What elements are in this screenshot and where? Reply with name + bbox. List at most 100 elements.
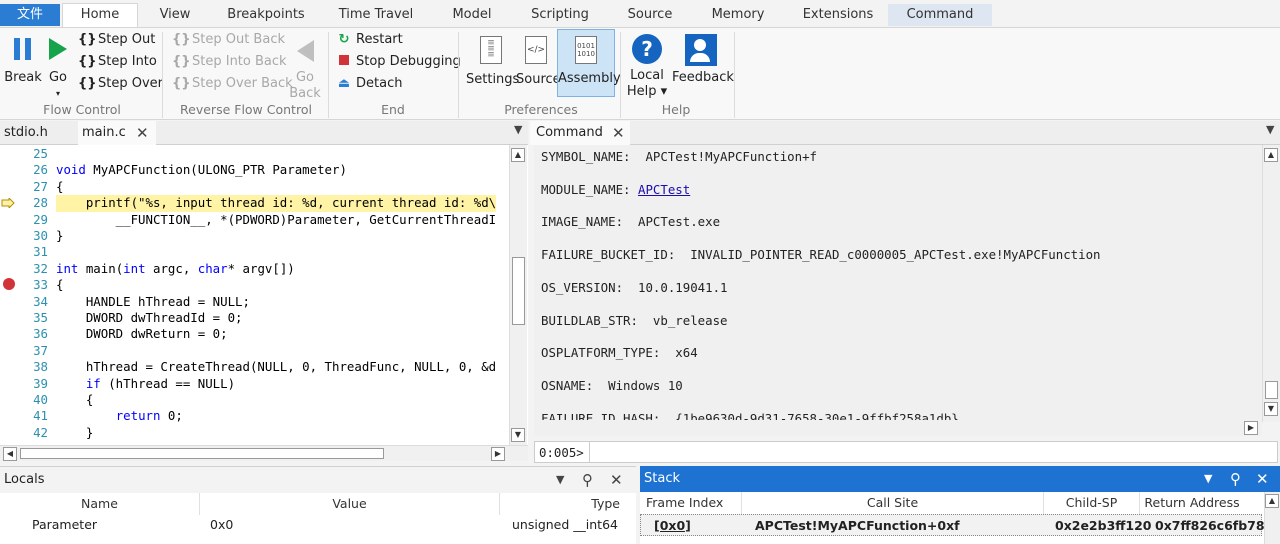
table-row[interactable]: [0x0] APCTest!MyAPCFunction+0xf 0x2e2b3f… bbox=[640, 514, 1265, 536]
code-line[interactable]: 26 void MyAPCFunction(ULONG_PTR Parameter… bbox=[0, 162, 510, 178]
code-line[interactable]: 38 hThread = CreateThread(NULL, 0, Threa… bbox=[0, 359, 510, 375]
frame-index-link[interactable]: [0x0] bbox=[654, 518, 691, 533]
stack-vertical-scrollbar[interactable]: ▲ bbox=[1264, 492, 1280, 544]
pane-menu-icon[interactable]: ▼ bbox=[1266, 123, 1274, 136]
close-icon[interactable]: ✕ bbox=[136, 121, 149, 145]
pane-menu-icon[interactable]: ▼ bbox=[556, 467, 564, 493]
source-horizontal-scrollbar[interactable]: ◀ ▶ bbox=[0, 445, 528, 461]
detach-label: Detach bbox=[356, 76, 403, 91]
step-into-button[interactable]: {}Step Into bbox=[78, 52, 157, 72]
scroll-down-icon[interactable]: ▼ bbox=[511, 428, 525, 442]
command-horizontal-scrollbar[interactable]: ▶ bbox=[534, 420, 1262, 436]
restart-button[interactable]: ↻ Restart bbox=[336, 30, 403, 50]
code-line[interactable]: 34 HANDLE hThread = NULL; bbox=[0, 294, 510, 310]
line-number: 39 bbox=[33, 375, 48, 391]
stack-col-return-address[interactable]: Return Address bbox=[1140, 492, 1244, 514]
step-over-button[interactable]: {}Step Over bbox=[78, 74, 163, 94]
step-out-back-button[interactable]: {}Step Out Back bbox=[172, 30, 285, 50]
code-text: void MyAPCFunction(ULONG_PTR Parameter) bbox=[56, 162, 347, 178]
tab-view[interactable]: View bbox=[140, 4, 210, 26]
scroll-down-icon[interactable]: ▼ bbox=[1264, 402, 1278, 416]
feedback-button[interactable]: Feedback bbox=[672, 32, 734, 86]
scroll-thumb[interactable] bbox=[1265, 381, 1278, 399]
stack-col-call-site[interactable]: Call Site bbox=[742, 492, 1044, 514]
source-editor[interactable]: 25 26 void MyAPCFunction(ULONG_PTR Paramet… bbox=[0, 145, 528, 445]
command-input-row[interactable]: 0:005> bbox=[534, 441, 1278, 463]
hscroll-thumb[interactable] bbox=[20, 448, 384, 459]
scroll-up-icon[interactable]: ▲ bbox=[511, 148, 525, 162]
source-label: Source bbox=[516, 72, 561, 87]
tab-home[interactable]: Home bbox=[62, 3, 138, 28]
source-vertical-scrollbar[interactable]: ▲ ▼ bbox=[509, 145, 527, 445]
pin-icon[interactable]: ⚲ bbox=[582, 467, 593, 493]
code-line[interactable]: 27 { bbox=[0, 179, 510, 195]
command-tab-bar: Command ✕ ▼ bbox=[530, 121, 1280, 145]
break-button[interactable]: Break bbox=[4, 32, 42, 86]
scroll-up-icon[interactable]: ▲ bbox=[1265, 494, 1279, 508]
go-back-button[interactable]: Go Back bbox=[288, 32, 322, 102]
table-row[interactable]: Parameter 0x0 unsigned __int64 bbox=[0, 515, 636, 535]
code-line[interactable]: 35 DWORD dwThreadId = 0; bbox=[0, 310, 510, 326]
pane-menu-icon[interactable]: ▼ bbox=[1204, 466, 1212, 492]
code-line[interactable]: 32 int main(int argc, char* argv[]) bbox=[0, 261, 510, 277]
pane-menu-icon[interactable]: ▼ bbox=[514, 123, 522, 136]
tab-time-travel[interactable]: Time Travel bbox=[330, 4, 422, 26]
code-line[interactable]: 37 bbox=[0, 343, 510, 359]
scroll-right-icon[interactable]: ▶ bbox=[1244, 421, 1258, 435]
settings-button[interactable]: ≡ ≡ ≡ Settings bbox=[466, 32, 519, 88]
close-icon[interactable]: ✕ bbox=[1256, 466, 1269, 492]
tab-breakpoints[interactable]: Breakpoints bbox=[220, 4, 312, 26]
tab-scripting[interactable]: Scripting bbox=[522, 4, 598, 26]
code-line[interactable]: 25 bbox=[0, 146, 510, 162]
source-button[interactable]: </> Source bbox=[516, 32, 561, 88]
step-over-back-button[interactable]: {}Step Over Back bbox=[172, 74, 293, 94]
code-line[interactable]: 29 __FUNCTION__, *(PDWORD)Parameter, Get… bbox=[0, 212, 510, 228]
stack-title: Stack bbox=[644, 471, 680, 486]
pin-icon[interactable]: ⚲ bbox=[1230, 466, 1241, 492]
step-out-button[interactable]: {}Step Out bbox=[78, 30, 155, 50]
tab-command[interactable]: Command bbox=[888, 4, 992, 26]
tab-command-window[interactable]: Command ✕ bbox=[530, 121, 630, 145]
command-input[interactable] bbox=[593, 443, 1253, 461]
code-line[interactable]: 42 } bbox=[0, 425, 510, 441]
output-key: IMAGE_NAME: bbox=[541, 214, 638, 230]
detach-button[interactable]: ⏏ Detach bbox=[336, 74, 403, 94]
locals-col-value[interactable]: Value bbox=[200, 493, 500, 515]
line-number: 40 bbox=[33, 392, 48, 407]
scroll-up-icon[interactable]: ▲ bbox=[1264, 148, 1278, 162]
assembly-button[interactable]: 0101 1010 Assembly bbox=[557, 29, 621, 97]
scroll-left-icon[interactable]: ◀ bbox=[3, 447, 17, 461]
tab-stdio-h[interactable]: stdio.h bbox=[0, 121, 74, 145]
go-button[interactable]: Go ▾ bbox=[44, 32, 72, 102]
code-line[interactable]: 41 return 0; bbox=[0, 408, 510, 424]
module-link[interactable]: APCTest bbox=[638, 182, 690, 197]
code-line[interactable]: 33 { bbox=[0, 277, 510, 293]
step-into-back-button[interactable]: {}Step Into Back bbox=[172, 52, 287, 72]
tab-main-c[interactable]: main.c ✕ bbox=[78, 121, 156, 145]
go-dropdown-icon[interactable]: ▾ bbox=[44, 86, 72, 102]
stack-header: Stack ▼ ⚲ ✕ bbox=[640, 466, 1280, 492]
code-line[interactable]: 31 bbox=[0, 244, 510, 260]
close-icon[interactable]: ✕ bbox=[610, 467, 623, 493]
locals-col-type[interactable]: Type bbox=[500, 493, 620, 515]
command-vertical-scrollbar[interactable]: ▲ ▼ bbox=[1262, 145, 1280, 422]
locals-col-name[interactable]: Name bbox=[0, 493, 200, 515]
scroll-right-icon[interactable]: ▶ bbox=[491, 447, 505, 461]
tab-extensions[interactable]: Extensions bbox=[796, 4, 880, 26]
code-line[interactable]: 40 { bbox=[0, 392, 510, 408]
code-line[interactable]: 39 if (hThread == NULL) bbox=[0, 376, 510, 392]
tab-source[interactable]: Source bbox=[618, 4, 682, 26]
tab-model[interactable]: Model bbox=[440, 4, 504, 26]
tab-memory[interactable]: Memory bbox=[700, 4, 776, 26]
code-line[interactable]: 36 DWORD dwReturn = 0; bbox=[0, 326, 510, 342]
scroll-thumb[interactable] bbox=[512, 257, 525, 325]
close-icon[interactable]: ✕ bbox=[612, 121, 625, 145]
stop-debugging-button[interactable]: Stop Debugging bbox=[336, 52, 461, 72]
code-line[interactable]: 30} bbox=[0, 228, 510, 244]
stack-col-frame-index[interactable]: Frame Index bbox=[640, 492, 742, 514]
line-number: 31 bbox=[33, 244, 48, 260]
tab-file[interactable]: 文件 bbox=[0, 4, 60, 26]
stack-col-child-sp[interactable]: Child-SP bbox=[1044, 492, 1140, 514]
local-help-button[interactable]: ? Local Help ▾ bbox=[624, 32, 670, 100]
code-line[interactable]: 28 printf("%s, input thread id: %d, curr… bbox=[0, 195, 510, 212]
